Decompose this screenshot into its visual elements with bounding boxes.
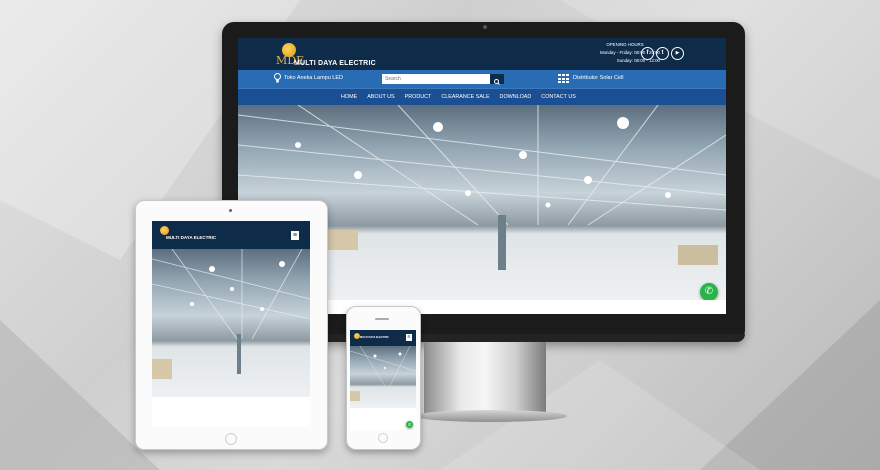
phone-header: MULTI DAYA ELECTRIC ≡: [350, 330, 416, 346]
phone-brand[interactable]: MULTI DAYA ELECTRIC: [360, 336, 389, 339]
phone-screen: MULTI DAYA ELECTRIC ≡ ✆: [350, 330, 416, 430]
nav-home[interactable]: HOME: [341, 94, 357, 100]
nav-download[interactable]: DOWNLOAD: [500, 94, 532, 100]
whatsapp-icon[interactable]: ✆: [700, 283, 718, 300]
solar-cell-link[interactable]: Distributor Solar Cell: [573, 75, 623, 81]
nav-product[interactable]: PRODUCT: [405, 94, 432, 100]
monitor-stand: [424, 342, 546, 416]
phone-hero-image: [350, 346, 416, 408]
youtube-icon[interactable]: ▶: [671, 47, 684, 60]
nav-contact-us[interactable]: CONTACT US: [541, 94, 576, 100]
monitor-base: [415, 410, 567, 422]
search-icon: [494, 79, 500, 85]
search-button[interactable]: [490, 74, 504, 85]
search-input[interactable]: [382, 74, 490, 84]
twitter-icon[interactable]: t: [656, 47, 669, 60]
phone-menu-icon[interactable]: ≡: [406, 334, 412, 341]
tablet-camera-icon: [229, 209, 232, 212]
main-nav: HOME ABOUT US PRODUCT CLEARANCE SALE DOW…: [238, 88, 726, 105]
brand-name[interactable]: MULTI DAYA ELECTRIC: [294, 60, 376, 67]
tablet-menu-icon[interactable]: ≡: [291, 231, 299, 240]
lightbulb-icon: [274, 73, 281, 83]
facebook-icon[interactable]: f: [641, 47, 654, 60]
tablet-hero-image: [152, 249, 310, 397]
camera-icon: [483, 25, 487, 29]
tablet-screen: MULTI DAYA ELECTRIC ≡: [152, 221, 310, 427]
site-header: MDE MULTI DAYA ELECTRIC OPENING HOURS Mo…: [238, 38, 726, 70]
nav-clearance-sale[interactable]: CLEARANCE SALE: [441, 94, 489, 100]
phone-whatsapp-icon[interactable]: ✆: [406, 421, 413, 428]
solar-panel-icon: [558, 74, 569, 84]
phone-speaker: [375, 318, 389, 320]
hours-sunday: Sunday: 08:00 - 12:00: [616, 58, 660, 63]
phone-home-button[interactable]: [378, 433, 388, 443]
tablet-home-button[interactable]: [225, 433, 237, 445]
tablet-logo-icon[interactable]: [160, 226, 169, 235]
nav-about-us[interactable]: ABOUT US: [367, 94, 394, 100]
tagline[interactable]: Toko Aneka Lampu LED: [284, 75, 343, 81]
tablet-brand[interactable]: MULTI DAYA ELECTRIC: [166, 235, 216, 240]
tablet-header: MULTI DAYA ELECTRIC ≡: [152, 221, 310, 249]
top-bar: Toko Aneka Lampu LED Distributor Solar C…: [238, 70, 726, 88]
